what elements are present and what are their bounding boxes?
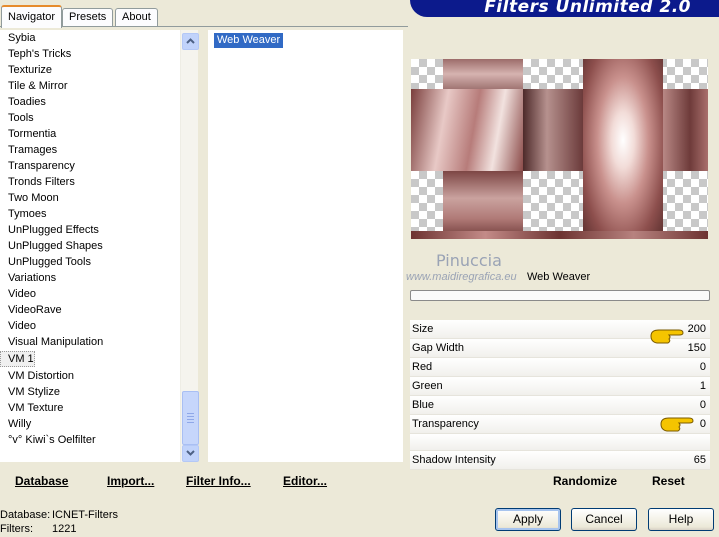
slider-label: Size: [412, 323, 434, 335]
slider-value: 0: [699, 361, 706, 373]
category-item[interactable]: Video: [0, 286, 180, 302]
category-item[interactable]: VM Distortion: [0, 368, 180, 384]
chevron-up-icon: [186, 38, 195, 44]
category-item[interactable]: UnPlugged Shapes: [0, 238, 180, 254]
tab-presets[interactable]: Presets: [62, 8, 114, 26]
watermark-url: www.maidiregrafica.eu: [406, 271, 517, 283]
watermark-name: Pinuccia: [436, 251, 502, 270]
slider-green[interactable]: Green 1: [410, 377, 710, 396]
help-button[interactable]: Help: [648, 508, 714, 531]
grip-line: [187, 422, 194, 423]
import-button[interactable]: Import...: [107, 474, 154, 488]
preview-tile: [411, 231, 708, 239]
preview-tile: [443, 171, 523, 239]
category-item[interactable]: Tile & Mirror: [0, 78, 180, 94]
category-item[interactable]: Video: [0, 318, 180, 334]
scroll-down-button[interactable]: [182, 445, 199, 462]
database-button[interactable]: Database: [15, 474, 68, 488]
selected-filter-name: Web Weaver: [527, 271, 591, 283]
apply-button[interactable]: Apply: [495, 508, 561, 531]
category-item[interactable]: Tramages: [0, 142, 180, 158]
tab-navigator[interactable]: Navigator: [1, 5, 63, 28]
category-item[interactable]: Variations: [0, 270, 180, 286]
category-item[interactable]: Texturize: [0, 62, 180, 78]
category-scrollbar[interactable]: [180, 30, 199, 462]
grip-line: [187, 416, 194, 417]
cancel-button[interactable]: Cancel: [571, 508, 637, 531]
category-item[interactable]: Toadies: [0, 94, 180, 110]
slider-label: Blue: [412, 399, 435, 411]
action-bar: Database Import... Filter Info... Editor…: [0, 466, 719, 496]
slider-label: Red: [412, 361, 433, 373]
category-item[interactable]: Willy: [0, 416, 180, 432]
database-value: ICNET-Filters: [52, 509, 118, 521]
category-item[interactable]: Sybia: [0, 30, 180, 46]
editor-button[interactable]: Editor...: [283, 474, 327, 488]
category-item[interactable]: °v° Kiwi`s Oelfilter: [0, 432, 180, 448]
category-item[interactable]: VM Texture: [0, 400, 180, 416]
filter-item-web-weaver[interactable]: Web Weaver: [214, 33, 284, 48]
slider-empty: [410, 434, 710, 451]
filter-list[interactable]: Web Weaver: [208, 30, 403, 462]
slider-value: 0: [699, 399, 706, 411]
status-info: Database: ICNET-Filters Filters: 1221: [0, 508, 118, 536]
filter-info-button[interactable]: Filter Info...: [186, 474, 251, 488]
grip-line: [187, 419, 194, 420]
preview-tile: [523, 89, 583, 171]
filters-label: Filters:: [0, 523, 33, 535]
category-list[interactable]: Sybia Teph's Tricks Texturize Tile & Mirror…: [0, 30, 180, 462]
slider-label: Green: [412, 380, 443, 392]
preview-tile: [663, 89, 708, 171]
category-item[interactable]: UnPlugged Tools: [0, 254, 180, 270]
preview-tile: [583, 59, 663, 239]
category-item[interactable]: Transparency: [0, 158, 180, 174]
scroll-up-button[interactable]: [182, 33, 199, 50]
preview-panel: Pinuccia www.maidiregrafica.eu Web Weave…: [406, 30, 716, 470]
category-item[interactable]: Tormentia: [0, 126, 180, 142]
filters-count: 1221: [52, 523, 77, 535]
category-item[interactable]: Tymoes: [0, 206, 180, 222]
category-item[interactable]: UnPlugged Effects: [0, 222, 180, 238]
slider-label: Gap Width: [412, 342, 464, 354]
slider-value: 0: [699, 418, 706, 430]
category-item[interactable]: VM Stylize: [0, 384, 180, 400]
database-label: Database:: [0, 509, 51, 521]
slider-label: Transparency: [412, 418, 479, 430]
chevron-down-icon: [186, 450, 195, 456]
scroll-thumb[interactable]: [182, 391, 199, 445]
pointing-hand-icon: [650, 329, 684, 344]
tab-strip: Navigator Presets About: [0, 0, 420, 28]
pointing-hand-icon: [660, 417, 694, 432]
grip-line: [187, 413, 194, 414]
reset-button[interactable]: Reset: [652, 474, 685, 488]
category-item[interactable]: Tronds Filters: [0, 174, 180, 190]
window-title: Filters Unlimited 2.0: [484, 0, 691, 17]
slider-red[interactable]: Red 0: [410, 358, 710, 377]
slider-blue[interactable]: Blue 0: [410, 396, 710, 415]
title-banner: Filters Unlimited 2.0: [410, 0, 719, 17]
slider-value: 150: [687, 342, 706, 354]
slider-value: 1: [699, 380, 706, 392]
preview-image: [411, 59, 708, 239]
progress-bar: [410, 290, 710, 301]
slider-value: 200: [687, 323, 706, 335]
tab-about[interactable]: About: [115, 8, 158, 26]
category-item[interactable]: VideoRave: [0, 302, 180, 318]
preview-tile: [443, 59, 523, 89]
preview-tile: [411, 89, 523, 171]
category-item[interactable]: Tools: [0, 110, 180, 126]
category-item[interactable]: Teph's Tricks: [0, 46, 180, 62]
randomize-button[interactable]: Randomize: [553, 474, 617, 488]
category-item[interactable]: VM 1: [0, 351, 35, 367]
category-item[interactable]: Visual Manipulation: [0, 334, 180, 350]
category-item[interactable]: Two Moon: [0, 190, 180, 206]
